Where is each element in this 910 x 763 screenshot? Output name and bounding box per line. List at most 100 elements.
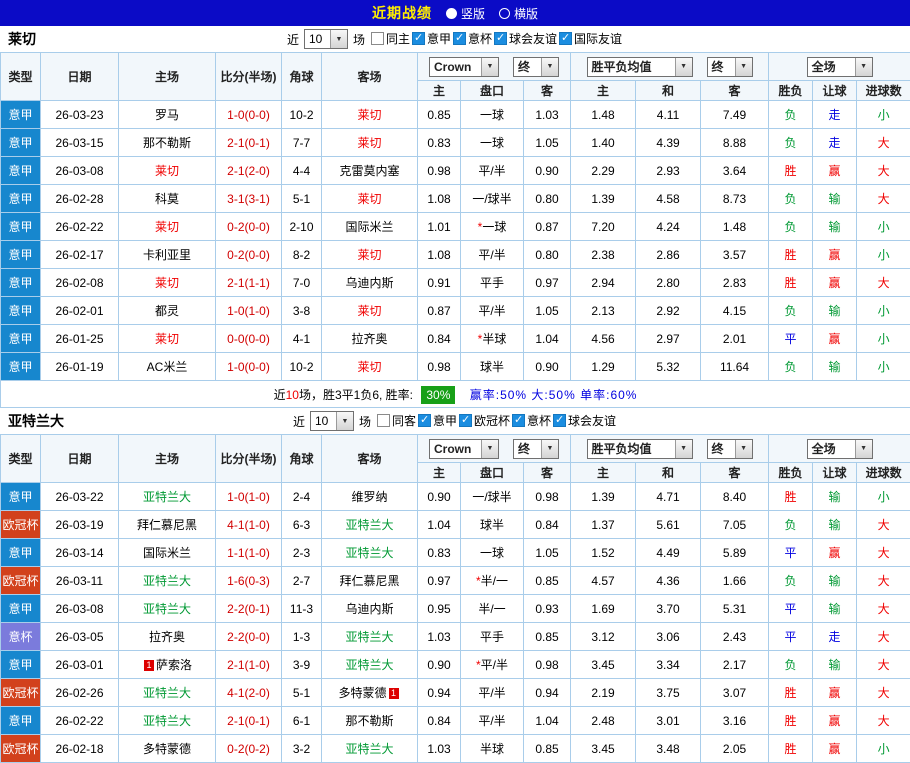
match-row: 意甲26-02-22莱切0-2(0-0)2-10国际米兰1.01*一球0.877…: [1, 213, 910, 241]
away-odds-cell: 0.94: [524, 679, 571, 707]
filter-国际友谊[interactable]: 国际友谊: [559, 30, 622, 47]
team-text: 莱切: [155, 332, 179, 346]
handicap-cell: 平手: [461, 623, 524, 651]
away-team-cell: 亚特兰大: [322, 651, 418, 679]
result-wdl-cell: 胜: [769, 483, 813, 511]
score-cell: 2-1(1-1): [216, 269, 282, 297]
average-odds-select[interactable]: 胜平负均值 ▼: [587, 57, 693, 77]
filter-球会友谊[interactable]: 球会友谊: [494, 30, 557, 47]
away-team-cell: 乌迪内斯: [322, 595, 418, 623]
score-cell: 1-0(0-0): [216, 353, 282, 381]
score-cell: 2-1(0-1): [216, 129, 282, 157]
avg-draw-cell: 4.11: [636, 101, 701, 129]
match-row: 意甲26-03-14国际米兰1-1(1-0)2-3亚特兰大0.83一球1.051…: [1, 539, 910, 567]
col-header-odds-away: 客: [524, 81, 571, 101]
bookmaker-select-value: Crown: [434, 442, 471, 456]
home-odds-cell: 0.98: [418, 157, 461, 185]
match-row: 意甲26-01-19AC米兰1-0(0-0)10-2莱切0.98球半0.901.…: [1, 353, 910, 381]
checkbox-unchecked-icon[interactable]: [377, 414, 390, 427]
filter-欧冠杯[interactable]: 欧冠杯: [459, 412, 510, 429]
filter-同客[interactable]: 同客: [377, 412, 416, 429]
handicap-text: 半球: [482, 332, 506, 346]
avg-lose-cell: 5.31: [701, 595, 769, 623]
handicap-cell: *半/一: [461, 567, 524, 595]
chevron-down-icon: ▼: [735, 440, 752, 458]
radio-vertical-layout[interactable]: 竖版: [446, 5, 485, 22]
avg-draw-cell: 3.48: [636, 735, 701, 763]
result-goals-cell: 小: [857, 241, 910, 269]
away-odds-cell: 0.97: [524, 269, 571, 297]
games-count-select[interactable]: 10 ▼: [310, 411, 354, 431]
avg-draw-cell: 4.39: [636, 129, 701, 157]
chevron-down-icon: ▼: [855, 58, 872, 76]
final-odds-select-1[interactable]: 终 ▼: [513, 57, 559, 77]
home-team-cell: 莱切: [119, 325, 216, 353]
avg-draw-cell: 3.70: [636, 595, 701, 623]
handicap-odds-header: Crown ▼ 终 ▼: [418, 435, 571, 463]
bookmaker-select[interactable]: Crown ▼: [429, 439, 499, 459]
away-team-cell: 那不勒斯: [322, 707, 418, 735]
final-odds-select-2[interactable]: 终 ▼: [707, 439, 753, 459]
summary-rates: 赢率:50% 大:50% 单率:60%: [470, 388, 638, 402]
team-text: 拜仁慕尼黑: [339, 574, 399, 588]
corner-cell: 7-7: [282, 129, 322, 157]
full-match-select[interactable]: 全场 ▼: [807, 439, 873, 459]
away-odds-cell: 0.90: [524, 157, 571, 185]
result-wdl-cell: 胜: [769, 707, 813, 735]
filter-意杯[interactable]: 意杯: [453, 30, 492, 47]
league-cell: 欧冠杯: [1, 679, 41, 707]
filter-意甲[interactable]: 意甲: [418, 412, 457, 429]
checkbox-checked-icon[interactable]: [412, 32, 425, 45]
bookmaker-select[interactable]: Crown ▼: [429, 57, 499, 77]
checkbox-unchecked-icon[interactable]: [371, 32, 384, 45]
checkbox-checked-icon[interactable]: [512, 414, 525, 427]
col-header-odds-home: 主: [418, 81, 461, 101]
home-odds-cell: 0.83: [418, 129, 461, 157]
away-team-cell: 亚特兰大: [322, 539, 418, 567]
filter-label: 球会友谊: [568, 412, 616, 429]
result-wdl-cell: 负: [769, 511, 813, 539]
score-cell: 2-1(2-0): [216, 157, 282, 185]
summary-row: 近10场，胜3平1负6, 胜率: 30% 赢率:50% 大:50% 单率:60%: [1, 381, 910, 408]
final-odds-select-2[interactable]: 终 ▼: [707, 57, 753, 77]
avg-win-cell: 3.45: [571, 735, 636, 763]
handicap-text: 平/半: [481, 658, 508, 672]
avg-win-cell: 2.38: [571, 241, 636, 269]
date-cell: 26-02-26: [41, 679, 119, 707]
radio-horizontal-layout[interactable]: 横版: [499, 5, 538, 22]
team-text: 亚特兰大: [345, 518, 393, 532]
games-count-select[interactable]: 10 ▼: [304, 29, 348, 49]
corner-cell: 5-1: [282, 679, 322, 707]
handicap-cell: 平/半: [461, 297, 524, 325]
checkbox-checked-icon[interactable]: [459, 414, 472, 427]
result-handicap-cell: 输: [813, 651, 857, 679]
avg-lose-cell: 4.15: [701, 297, 769, 325]
checkbox-checked-icon[interactable]: [418, 414, 431, 427]
filter-球会友谊[interactable]: 球会友谊: [553, 412, 616, 429]
full-match-select[interactable]: 全场 ▼: [807, 57, 873, 77]
filter-意甲[interactable]: 意甲: [412, 30, 451, 47]
score-cell: 1-0(1-0): [216, 483, 282, 511]
checkbox-checked-icon[interactable]: [553, 414, 566, 427]
date-cell: 26-03-01: [41, 651, 119, 679]
checkbox-checked-icon[interactable]: [494, 32, 507, 45]
checkbox-checked-icon[interactable]: [453, 32, 466, 45]
chevron-down-icon: ▼: [336, 412, 353, 430]
final-odds-select-1[interactable]: 终 ▼: [513, 439, 559, 459]
filter-label: 意杯: [527, 412, 551, 429]
summary-near-label: 近: [274, 388, 286, 402]
team-text: 科莫: [155, 192, 179, 206]
home-team-cell: 亚特兰大: [119, 595, 216, 623]
final-odds-select-1-value: 终: [518, 58, 530, 75]
col-header-type: 类型: [1, 53, 41, 101]
match-rows: 意甲26-03-23罗马1-0(0-0)10-2莱切0.85一球1.031.48…: [1, 101, 910, 381]
filter-意杯[interactable]: 意杯: [512, 412, 551, 429]
away-odds-cell: 0.87: [524, 213, 571, 241]
average-odds-select[interactable]: 胜平负均值 ▼: [587, 439, 693, 459]
match-row: 欧冠杯26-03-19拜仁慕尼黑4-1(1-0)6-3亚特兰大1.04球半0.8…: [1, 511, 910, 539]
col-header-home: 主场: [119, 435, 216, 483]
filter-同主[interactable]: 同主: [371, 30, 410, 47]
league-cell: 意甲: [1, 157, 41, 185]
league-cell: 意甲: [1, 707, 41, 735]
checkbox-checked-icon[interactable]: [559, 32, 572, 45]
